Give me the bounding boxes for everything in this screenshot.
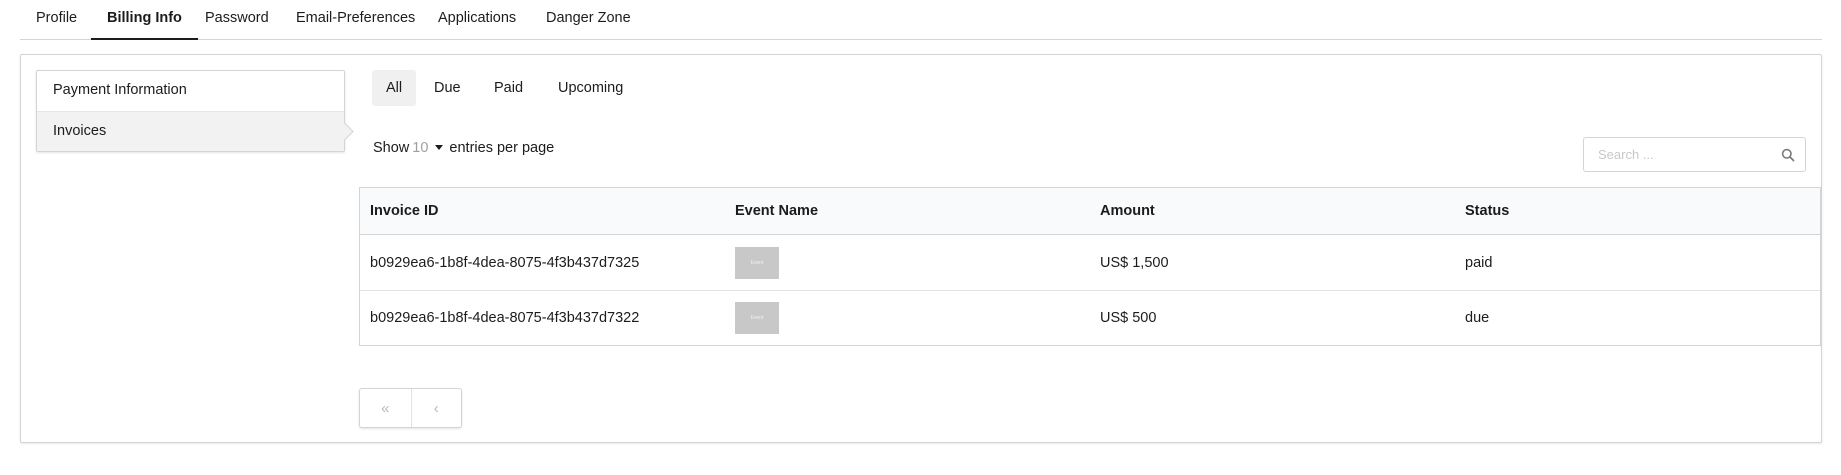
event-thumbnail-text: Event	[750, 259, 764, 266]
event-thumbnail-text: Event	[750, 315, 764, 321]
filter-upcoming[interactable]: Upcoming	[544, 70, 637, 106]
search-box	[1583, 137, 1806, 172]
tab-password[interactable]: Password	[189, 0, 285, 40]
pagination: « ‹	[359, 388, 462, 428]
invoice-status: due	[1465, 310, 1490, 326]
entries-suffix: entries per page	[449, 140, 555, 156]
invoices-table: Invoice ID Event Name Amount Status b092…	[359, 187, 1821, 346]
table-header: Invoice ID Event Name Amount Status	[360, 188, 1820, 235]
invoice-id: b0929ea6-1b8f-4dea-8075-4f3b437d7322	[370, 310, 640, 326]
table-row[interactable]: b0929ea6-1b8f-4dea-8075-4f3b437d7325 Eve…	[360, 235, 1820, 290]
tab-billing-info[interactable]: Billing Info	[91, 0, 198, 40]
event-name: Event	[735, 235, 779, 290]
billing-side-menu: Payment Information Invoices	[36, 70, 345, 152]
filter-due[interactable]: Due	[420, 70, 475, 106]
header-amount[interactable]: Amount	[1100, 188, 1155, 234]
tab-profile[interactable]: Profile	[20, 0, 93, 40]
search-icon[interactable]	[1781, 148, 1795, 162]
filter-paid[interactable]: Paid	[480, 70, 537, 106]
invoice-amount: US$ 1,500	[1100, 254, 1169, 271]
search-input[interactable]	[1584, 138, 1774, 171]
invoice-amount: US$ 500	[1100, 310, 1157, 326]
entries-per-page: Show 10 entries per page	[373, 138, 554, 158]
invoice-status: paid	[1465, 254, 1493, 271]
side-menu-payment-information[interactable]: Payment Information	[37, 71, 344, 111]
entries-count-select[interactable]: 10	[412, 140, 428, 156]
tab-email-preferences[interactable]: Email-Preferences	[280, 0, 431, 40]
table-row[interactable]: b0929ea6-1b8f-4dea-8075-4f3b437d7322 Eve…	[360, 290, 1820, 345]
tab-applications[interactable]: Applications	[422, 0, 532, 40]
side-menu-invoices[interactable]: Invoices	[37, 111, 344, 151]
previous-page-button[interactable]: ‹	[410, 389, 462, 427]
entries-prefix: Show	[373, 140, 410, 156]
chevron-down-icon[interactable]	[435, 145, 444, 150]
header-invoice-id[interactable]: Invoice ID	[370, 188, 439, 234]
event-thumbnail[interactable]: Event	[735, 246, 779, 279]
event-name: Event	[735, 291, 779, 345]
first-page-button[interactable]: «	[360, 389, 411, 427]
event-thumbnail[interactable]: Event	[735, 302, 779, 334]
billing-panel: Payment Information Invoices All Due Pai…	[20, 54, 1822, 443]
header-status[interactable]: Status	[1465, 188, 1509, 234]
tab-danger-zone[interactable]: Danger Zone	[530, 0, 647, 40]
filter-all[interactable]: All	[372, 70, 417, 106]
header-event-name[interactable]: Event Name	[735, 188, 818, 234]
invoice-id: b0929ea6-1b8f-4dea-8075-4f3b437d7325	[370, 254, 640, 271]
settings-tabs: Profile Billing Info Password Email-Pref…	[20, 0, 1822, 40]
